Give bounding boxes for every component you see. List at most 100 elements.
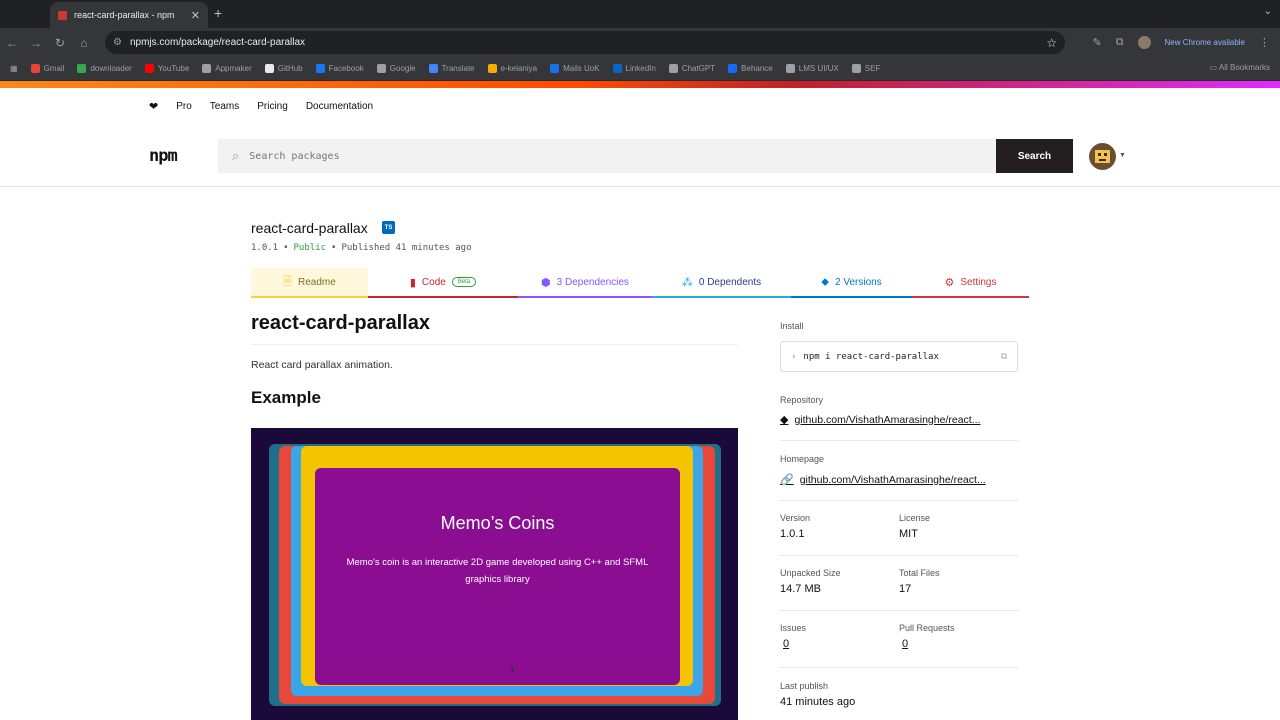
unpacked-size-label: Unpacked Size <box>780 568 841 578</box>
back-icon[interactable]: ← <box>0 36 24 50</box>
bookmark-item[interactable]: LinkedIn <box>612 64 656 73</box>
bookmark-item[interactable]: GitHub <box>264 64 303 73</box>
tag-icon: ⬥ <box>821 275 829 288</box>
bookmark-item[interactable]: Facebook <box>315 64 364 73</box>
nav-pricing[interactable]: Pricing <box>257 101 288 112</box>
new-tab-icon[interactable]: + <box>214 5 222 21</box>
heart-icon[interactable]: ❤ <box>149 100 158 113</box>
bookmark-item[interactable]: ChatGPT <box>668 64 715 73</box>
tab-title: react-card-parallax - npm <box>74 10 175 20</box>
apps-grid-icon[interactable]: ▦ <box>10 64 18 73</box>
bookmark-label: GitHub <box>277 64 303 73</box>
npm-favicon-icon <box>58 10 67 20</box>
search-input[interactable] <box>249 150 950 162</box>
home-icon[interactable]: ⌂ <box>72 36 96 50</box>
nav-documentation[interactable]: Documentation <box>306 101 373 112</box>
tab-dependencies[interactable]: ⬢ 3 Dependencies <box>518 268 652 298</box>
issues-label: Issues <box>780 623 807 633</box>
chevron-down-icon[interactable]: ▼ <box>1119 152 1126 159</box>
bookmark-label: Behance <box>741 64 773 73</box>
bookmark-item[interactable]: Behance <box>728 64 773 73</box>
bookmark-item[interactable]: downloader <box>77 64 132 73</box>
divider <box>780 667 1018 668</box>
profile-avatar[interactable] <box>1137 36 1151 49</box>
tab-search-chevron-icon[interactable]: ⌄ <box>1264 6 1272 17</box>
parallax-card: Memo’s Coins Memo's coin is an interacti… <box>315 468 680 685</box>
card-title: Memo’s Coins <box>440 513 555 533</box>
meta-bullet: • <box>331 243 337 253</box>
tab-readme[interactable]: 🗎 Readme <box>251 268 368 298</box>
pull-requests-stat: Pull Requests 0 <box>899 623 955 650</box>
search-button[interactable]: Search <box>996 139 1073 173</box>
repository-link[interactable]: ◆ github.com/VishathAmarasinghe/react... <box>780 413 1020 427</box>
bookmark-favicon-icon <box>851 64 861 73</box>
copy-icon[interactable]: ⧉ <box>1001 352 1007 362</box>
repository-url[interactable]: github.com/VishathAmarasinghe/react... <box>794 414 980 426</box>
bookmark-item[interactable]: Gmail <box>30 64 65 73</box>
address-bar[interactable]: ⚙ npmjs.com/package/react-card-parallax … <box>105 31 1065 54</box>
package-meta: 1.0.1 • Public • Published 41 minutes ag… <box>251 243 472 253</box>
readme-description: React card parallax animation. <box>251 359 393 371</box>
search-box[interactable]: ⌕ <box>218 139 996 173</box>
link-icon: 🔗 <box>780 474 794 486</box>
tab-versions[interactable]: ⬥ 2 Versions <box>791 268 912 298</box>
tab-settings[interactable]: ⚙ Settings <box>912 268 1029 298</box>
bookmark-item[interactable]: Translate <box>428 64 475 73</box>
homepage-url[interactable]: github.com/VishathAmarasinghe/react... <box>800 474 986 486</box>
reload-icon[interactable]: ↻ <box>48 36 72 50</box>
version-label: Version <box>780 513 811 523</box>
bookmark-item[interactable]: Google <box>376 64 416 73</box>
card-description: Memo's coin is an interactive 2D game de… <box>346 557 649 585</box>
menu-kebab-icon[interactable]: ⋮ <box>1259 36 1270 49</box>
address-url[interactable]: npmjs.com/package/react-card-parallax <box>130 37 1038 48</box>
bookmark-item[interactable]: SEF <box>851 64 880 73</box>
bookmark-item[interactable]: LMS UI/UX <box>785 64 839 73</box>
issues-link[interactable]: 0 <box>783 638 806 650</box>
bookmark-label: YouTube <box>157 64 190 73</box>
unpacked-size-stat: Unpacked Size 14.7 MB <box>780 568 841 595</box>
bookmark-label: Appmaker <box>215 64 252 73</box>
repository-label: Repository <box>780 395 824 405</box>
tab-dependents[interactable]: ⁂ 0 Dependents <box>652 268 791 298</box>
tab-code[interactable]: ▮ Code Beta <box>368 268 518 298</box>
pull-requests-link[interactable]: 0 <box>902 638 955 650</box>
close-tab-icon[interactable]: ✕ <box>191 9 200 22</box>
nav-teams[interactable]: Teams <box>210 101 239 112</box>
homepage-link[interactable]: 🔗 github.com/VishathAmarasinghe/react... <box>780 473 1020 487</box>
meta-bullet: • <box>283 243 289 253</box>
bookmark-favicon-icon <box>315 64 325 73</box>
bookmark-favicon-icon <box>668 64 678 73</box>
typescript-badge-icon: TS <box>382 221 395 234</box>
bookmark-label: LMS UI/UX <box>798 64 839 73</box>
bookmark-star-icon[interactable]: ☆ <box>1046 36 1057 50</box>
bookmark-item[interactable]: YouTube <box>144 64 190 73</box>
bookmarks-bar: ▦ Gmail downloader YouTube Appmaker GitHub Fa… <box>0 57 1280 81</box>
pen-icon[interactable]: ✎ <box>1092 36 1101 49</box>
forward-icon[interactable]: → <box>24 36 48 50</box>
nav-pro[interactable]: Pro <box>176 101 192 112</box>
bookmark-label: Gmail <box>43 64 65 73</box>
total-files-stat: Total Files 17 <box>899 568 940 595</box>
bookmark-item[interactable]: Appmaker <box>202 64 252 73</box>
bookmark-label: Translate <box>441 64 475 73</box>
npm-gradient-bar <box>0 81 1280 88</box>
total-files-value: 17 <box>899 583 912 595</box>
new-chrome-available[interactable]: New Chrome available <box>1165 38 1245 47</box>
tab-label: Code <box>421 276 446 288</box>
site-info-icon[interactable]: ⚙ <box>113 37 122 48</box>
install-command[interactable]: npm i react-card-parallax <box>803 352 993 362</box>
box-icon: ⬢ <box>541 276 551 289</box>
bookmark-item[interactable]: Mails UoK <box>550 64 600 73</box>
bookmark-favicon-icon <box>77 64 87 73</box>
bookmark-label: Google <box>389 64 416 73</box>
extensions-icon[interactable]: ⧉ <box>1116 36 1124 49</box>
homepage-label: Homepage <box>780 454 825 464</box>
all-bookmarks[interactable]: ▭ All Bookmarks <box>1210 63 1270 72</box>
npm-logo[interactable]: npm <box>149 146 178 166</box>
bookmark-favicon-icon <box>728 64 738 73</box>
user-avatar[interactable] <box>1089 143 1116 170</box>
install-command-box[interactable]: › npm i react-card-parallax ⧉ <box>780 341 1018 372</box>
browser-tab[interactable]: react-card-parallax - npm ✕ <box>50 2 208 28</box>
tab-label: 0 Dependents <box>698 276 762 288</box>
bookmark-item[interactable]: e-kelaniya <box>487 64 537 73</box>
